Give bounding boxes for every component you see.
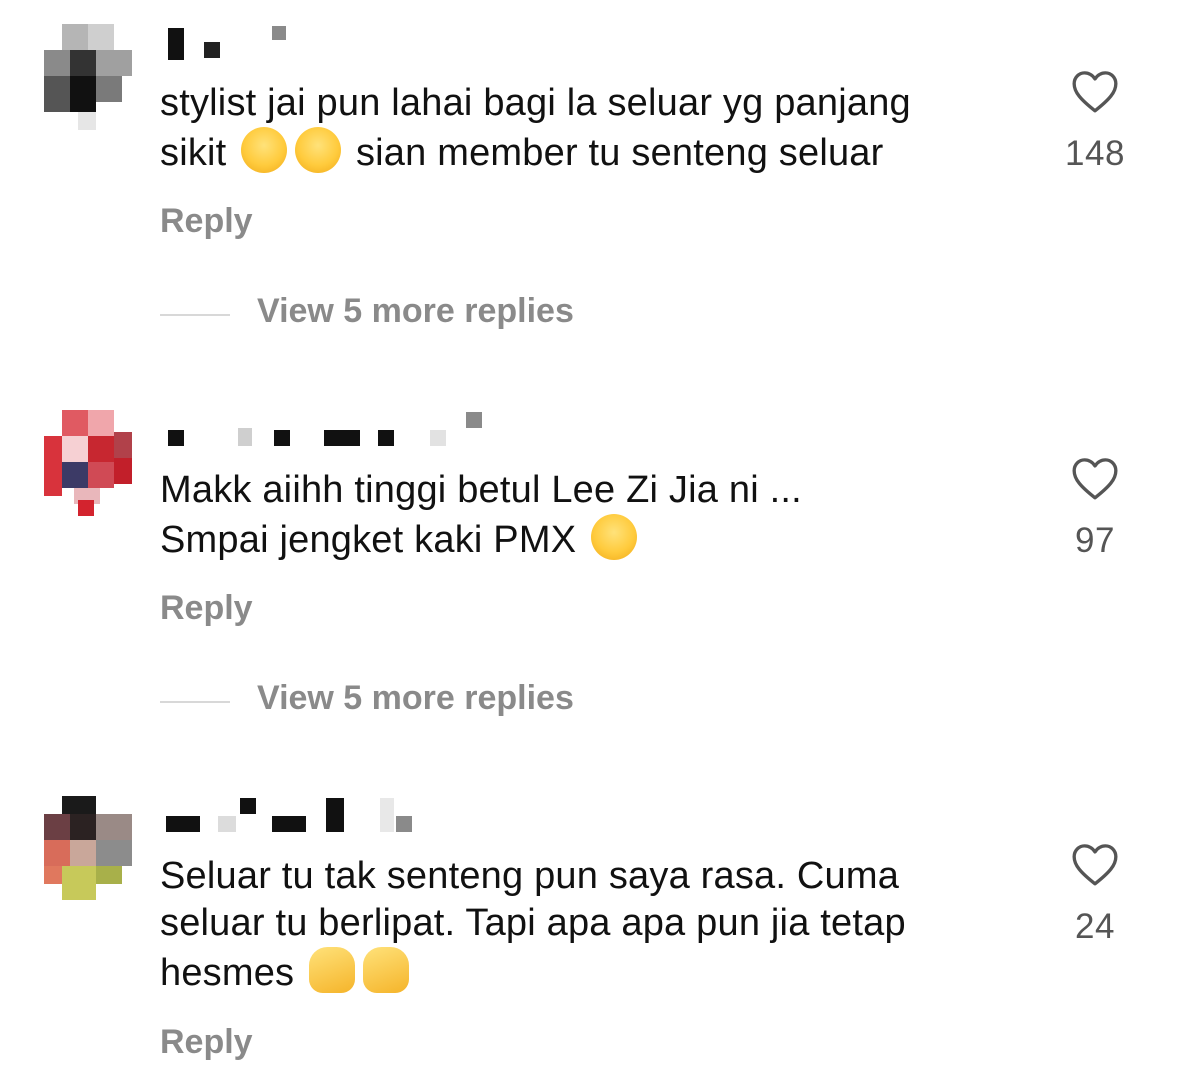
avatar[interactable] bbox=[44, 24, 132, 130]
thumbs-up-icon bbox=[363, 947, 410, 993]
grinning-sweat-face-icon bbox=[591, 514, 637, 560]
reply-button[interactable]: Reply bbox=[160, 589, 253, 628]
heart-outline-icon[interactable] bbox=[1070, 455, 1120, 501]
thumbs-up-icon bbox=[309, 947, 356, 993]
comment-text: Makk aiihh tinggi betul Lee Zi Jia ni ..… bbox=[160, 469, 802, 561]
heart-outline-icon[interactable] bbox=[1070, 68, 1120, 114]
username-redacted[interactable] bbox=[160, 408, 500, 452]
view-more-replies[interactable]: View 5 more replies bbox=[160, 292, 760, 336]
view-more-replies[interactable]: View 5 more replies bbox=[160, 679, 760, 723]
avatar[interactable] bbox=[44, 796, 132, 902]
username-redacted[interactable] bbox=[160, 22, 500, 66]
like-control: 148 bbox=[1060, 68, 1130, 174]
reply-button[interactable]: Reply bbox=[160, 202, 253, 241]
like-control: 24 bbox=[1060, 841, 1130, 947]
loudly-crying-face-icon bbox=[241, 127, 288, 173]
username-redacted[interactable] bbox=[160, 794, 500, 838]
loudly-crying-face-icon bbox=[295, 127, 342, 173]
like-control: 97 bbox=[1060, 455, 1130, 561]
like-count: 148 bbox=[1065, 134, 1125, 173]
reply-button[interactable]: Reply bbox=[160, 1023, 253, 1062]
comment-text: Seluar tu tak senteng pun saya rasa. Cum… bbox=[160, 855, 906, 994]
avatar[interactable] bbox=[44, 410, 132, 516]
like-count: 97 bbox=[1075, 521, 1115, 560]
view-more-replies-label[interactable]: View 5 more replies bbox=[257, 679, 574, 718]
divider bbox=[160, 701, 230, 703]
comment-text: stylist jai pun lahai bagi la seluar yg … bbox=[160, 82, 911, 174]
like-count: 24 bbox=[1075, 907, 1115, 946]
heart-outline-icon[interactable] bbox=[1070, 841, 1120, 887]
divider bbox=[160, 314, 230, 316]
view-more-replies-label[interactable]: View 5 more replies bbox=[257, 292, 574, 331]
